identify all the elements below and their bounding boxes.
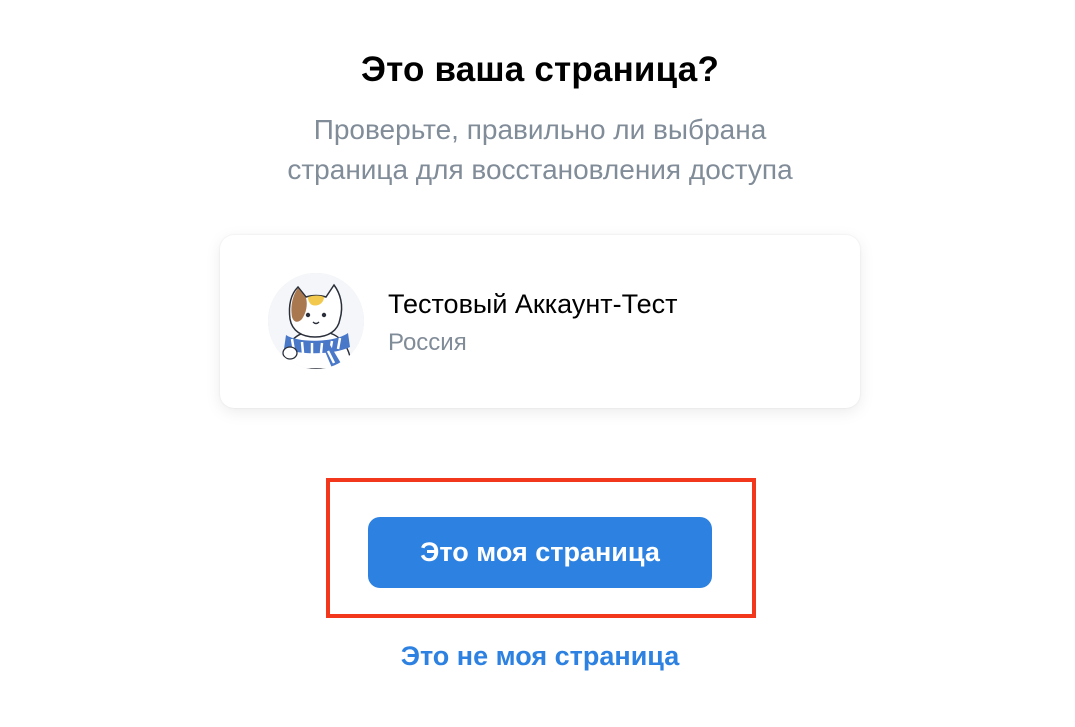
avatar <box>268 273 364 369</box>
profile-country: Россия <box>388 329 467 356</box>
profile-card: Тестовый Аккаунт-Тест Россия <box>220 235 860 408</box>
page-title: Это ваша страница? <box>360 50 720 89</box>
profile-name: Тестовый Аккаунт-Тест <box>388 289 678 319</box>
subtitle-line-2: страница для восстановления доступа <box>287 154 793 185</box>
page-subtitle: Проверьте, правильно ли выбрана страница… <box>0 110 1075 190</box>
cat-avatar-icon <box>268 273 364 369</box>
confirm-my-page-button[interactable]: Это моя страница <box>368 517 712 588</box>
not-my-page-link[interactable]: Это не моя страница <box>0 638 1075 674</box>
subtitle-line-1: Проверьте, правильно ли выбрана <box>313 114 767 145</box>
